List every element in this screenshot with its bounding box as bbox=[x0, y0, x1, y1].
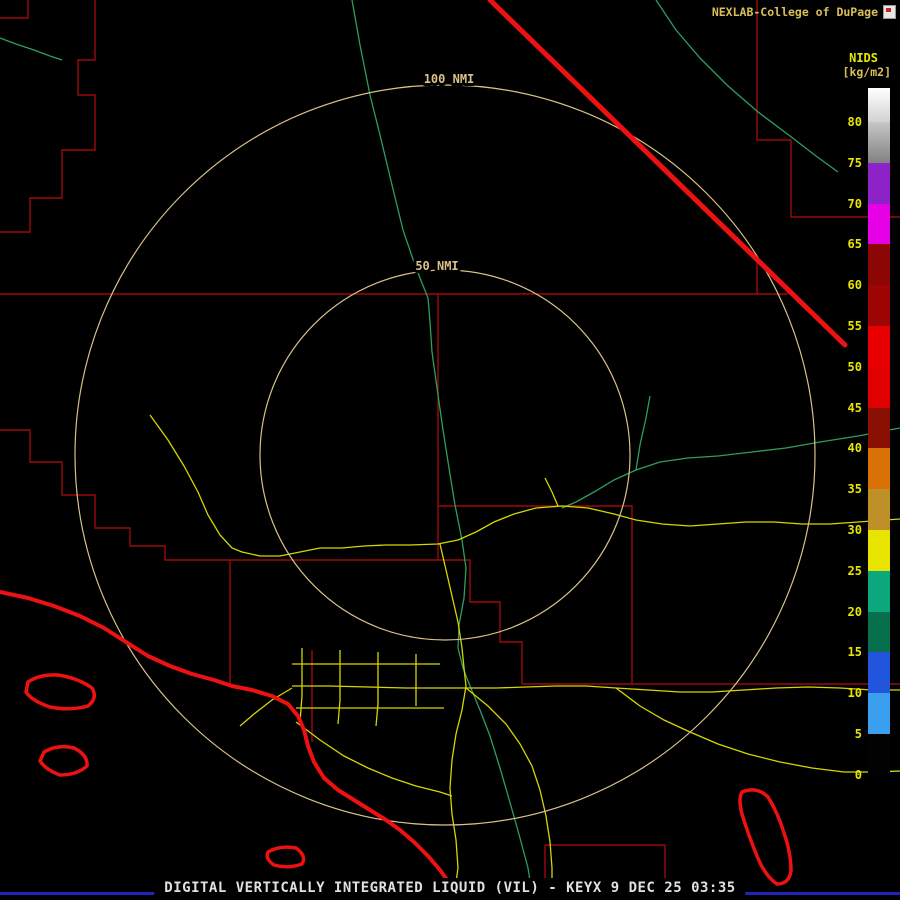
colorbar-band bbox=[868, 571, 890, 612]
header: NEXLAB-College of DuPage bbox=[712, 5, 896, 19]
range-ring-50nmi bbox=[260, 270, 630, 640]
colorbar-tick-label: 30 bbox=[836, 522, 862, 538]
colorbar-tick-label: 70 bbox=[836, 196, 862, 212]
radar-display: 100 NMI 50 NMI NEXLAB-College of DuPage … bbox=[0, 0, 900, 900]
colorbar-band bbox=[868, 408, 890, 449]
colorbar-band bbox=[868, 775, 890, 790]
colorbar-tick-label: 20 bbox=[836, 604, 862, 620]
colorbar-bands bbox=[868, 88, 890, 790]
colorbar-band bbox=[868, 652, 890, 693]
colorbar-tick-label: 15 bbox=[836, 644, 862, 660]
range-ring-labels: 100 NMI 50 NMI bbox=[415, 72, 474, 273]
colorbar-tick-label: 75 bbox=[836, 155, 862, 171]
state-border-line bbox=[490, 0, 845, 345]
range-rings bbox=[75, 85, 815, 825]
river-lines bbox=[0, 0, 900, 900]
coast-and-state-lines bbox=[0, 0, 845, 900]
island-outline bbox=[40, 747, 87, 775]
colorbar-tick-label: 50 bbox=[836, 359, 862, 375]
colorbar-band bbox=[868, 244, 890, 285]
radar-map: 100 NMI 50 NMI bbox=[0, 0, 900, 900]
site-title: NEXLAB-College of DuPage bbox=[712, 5, 878, 19]
colorbar-tick-label: 35 bbox=[836, 481, 862, 497]
colorbar-band bbox=[868, 163, 890, 204]
colorbar-band bbox=[868, 88, 890, 122]
colorbar bbox=[868, 88, 890, 790]
colorbar-band bbox=[868, 489, 890, 530]
colorbar-units: [kg/m2] bbox=[843, 65, 891, 79]
colorbar-title: NIDS bbox=[849, 51, 878, 65]
colorbar-tick-label: 60 bbox=[836, 277, 862, 293]
product-caption: DIGITAL VERTICALLY INTEGRATED LIQUID (VI… bbox=[154, 878, 745, 900]
colorbar-band bbox=[868, 204, 890, 245]
colorbar-tick-label: 10 bbox=[836, 685, 862, 701]
colorbar-tick-label: 80 bbox=[836, 114, 862, 130]
colorbar-band bbox=[868, 734, 890, 775]
cod-logo-icon bbox=[883, 5, 896, 19]
colorbar-band bbox=[868, 530, 890, 571]
range-ring-100nmi bbox=[75, 85, 815, 825]
colorbar-band bbox=[868, 122, 890, 163]
colorbar-band bbox=[868, 285, 890, 326]
colorbar-tick-label: 5 bbox=[836, 726, 862, 742]
lake-outline bbox=[740, 790, 791, 884]
colorbar-band bbox=[868, 693, 890, 734]
colorbar-tick-label: 65 bbox=[836, 236, 862, 252]
colorbar-band bbox=[868, 612, 890, 653]
colorbar-tick-label: 40 bbox=[836, 440, 862, 456]
colorbar-tick-label: 0 bbox=[836, 767, 862, 783]
colorbar-band bbox=[868, 326, 890, 367]
island-outline bbox=[267, 847, 303, 867]
range-ring-label-50nmi: 50 NMI bbox=[415, 259, 458, 273]
colorbar-tick-label: 45 bbox=[836, 400, 862, 416]
colorbar-band bbox=[868, 367, 890, 408]
island-outline bbox=[26, 675, 94, 709]
range-ring-label-100nmi: 100 NMI bbox=[424, 72, 475, 86]
colorbar-tick-label: 25 bbox=[836, 563, 862, 579]
colorbar-tick-label: 55 bbox=[836, 318, 862, 334]
colorbar-band bbox=[868, 448, 890, 489]
